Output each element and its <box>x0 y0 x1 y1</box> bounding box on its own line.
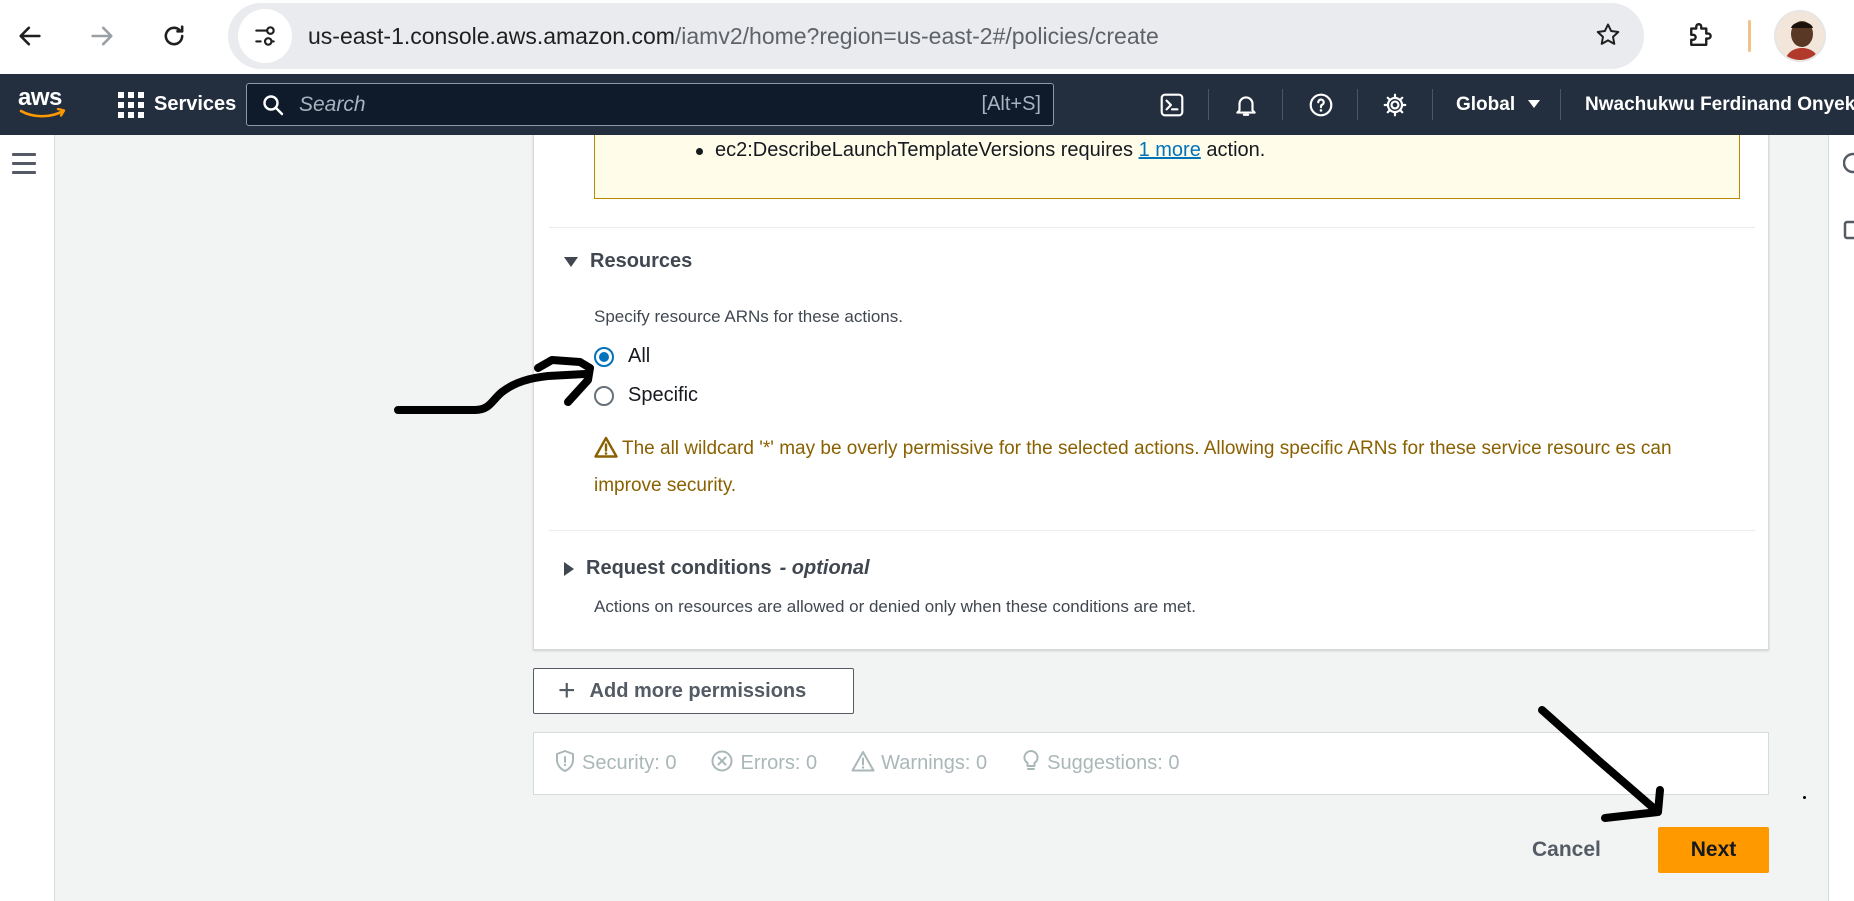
request-conditions-description: Actions on resources are allowed or deni… <box>594 597 1196 616</box>
account-menu[interactable]: Nwachukwu Ferdinand Onyeka <box>1585 74 1854 135</box>
url-path: /iamv2/home?region=us-east-2#/policies/c… <box>674 23 1159 49</box>
hamburger-icon[interactable] <box>12 153 36 180</box>
optional-label: - optional <box>779 557 870 579</box>
error-icon <box>710 749 734 779</box>
user-name: Nwachukwu Ferdinand Onyeka <box>1585 94 1854 115</box>
services-menu[interactable]: Services <box>118 74 236 135</box>
action-warning-box: ec2:DescribeLaunchTemplateVersions requi… <box>594 135 1740 199</box>
warning-list-item: ec2:DescribeLaunchTemplateVersions requi… <box>695 139 1266 162</box>
errors-count[interactable]: Errors: 0 <box>710 749 817 779</box>
radio-button[interactable] <box>594 385 614 406</box>
star-icon[interactable] <box>1594 21 1622 54</box>
security-label: Security: 0 <box>582 752 677 774</box>
search-placeholder: Search <box>299 93 366 116</box>
services-label: Services <box>154 93 237 115</box>
more-actions-link[interactable]: 1 more <box>1139 139 1201 161</box>
aws-console-nav: aws Services Search [Alt+S] Global Nwach… <box>0 74 1854 135</box>
radio-all-label: All <box>628 345 651 367</box>
caret-right-icon <box>564 561 574 576</box>
divider <box>549 227 1755 228</box>
side-navigation-rail <box>0 135 55 901</box>
cloudshell-icon[interactable] <box>1146 74 1198 135</box>
action-name: ec2:DescribeLaunchTemplateVersions <box>715 139 1056 161</box>
cancel-button[interactable]: Cancel <box>1532 827 1601 873</box>
address-bar[interactable]: us-east-1.console.aws.amazon.com/iamv2/h… <box>228 3 1644 69</box>
resources-description: Specify resource ARNs for these actions. <box>594 307 903 326</box>
radio-all[interactable]: All <box>594 345 650 368</box>
url-host: us-east-1.console.aws.amazon.com <box>308 23 675 49</box>
nav-divider <box>1208 89 1209 120</box>
tune-icon[interactable] <box>238 9 292 63</box>
page-body: ec2:DescribeLaunchTemplateVersions requi… <box>0 135 1854 901</box>
toolbar-separator <box>1748 20 1751 52</box>
nav-divider <box>1560 89 1561 120</box>
request-conditions-heading: Request conditions <box>586 557 772 579</box>
extension-icon[interactable] <box>1676 12 1724 60</box>
alert-triangle-icon <box>851 750 875 778</box>
errors-label: Errors: 0 <box>740 752 818 774</box>
gear-icon[interactable] <box>1369 74 1421 135</box>
request-conditions-toggle[interactable]: Request conditions - optional <box>564 557 870 580</box>
tools-rail <box>1828 135 1854 901</box>
search-input[interactable]: Search [Alt+S] <box>246 83 1054 126</box>
next-button[interactable]: Next <box>1658 827 1769 873</box>
bell-icon[interactable] <box>1220 74 1272 135</box>
region-label: Global <box>1456 94 1516 115</box>
caret-down-icon <box>564 256 578 267</box>
plus-icon: + <box>558 674 576 707</box>
help-icon[interactable] <box>1295 74 1347 135</box>
warning-suffix: action. <box>1200 139 1266 161</box>
radio-specific-label: Specific <box>628 384 699 406</box>
validation-summary: Security: 0 Errors: 0 Warnings: 0 Sugges… <box>533 732 1769 795</box>
warnings-count[interactable]: Warnings: 0 <box>851 750 987 778</box>
aws-logo-text: aws <box>18 84 62 111</box>
grid-icon <box>118 91 144 118</box>
divider <box>549 530 1755 531</box>
security-count[interactable]: Security: 0 <box>554 749 676 779</box>
url-text: us-east-1.console.aws.amazon.com/iamv2/h… <box>308 3 1159 69</box>
radio-button[interactable] <box>594 346 614 367</box>
wildcard-warning: The all wildcard '*' may be overly permi… <box>594 432 1744 502</box>
aws-logo[interactable]: aws <box>18 86 70 122</box>
lightbulb-icon <box>1021 749 1041 779</box>
avatar[interactable] <box>1774 10 1826 62</box>
search-shortcut: [Alt+S] <box>981 93 1041 115</box>
add-more-permissions-button[interactable]: + Add more permissions <box>533 668 854 714</box>
suggestions-label: Suggestions: 0 <box>1047 752 1180 774</box>
resources-toggle[interactable]: Resources <box>564 250 692 273</box>
search-icon <box>261 93 285 122</box>
shield-icon <box>554 749 576 779</box>
nav-divider <box>1282 89 1283 120</box>
warning-icon <box>594 436 618 469</box>
nav-divider <box>1357 89 1358 120</box>
forward-arrow-icon[interactable] <box>78 12 126 60</box>
requires-text: requires <box>1055 139 1139 161</box>
caret-down-icon <box>1528 100 1541 108</box>
suggestions-count[interactable]: Suggestions: 0 <box>1021 749 1179 779</box>
resources-heading: Resources <box>590 250 693 272</box>
nav-divider <box>1432 89 1433 120</box>
reload-icon[interactable] <box>150 12 198 60</box>
permission-editor-panel: ec2:DescribeLaunchTemplateVersions requi… <box>533 135 1769 650</box>
add-more-permissions-label: Add more permissions <box>589 679 807 702</box>
back-arrow-icon[interactable] <box>6 12 54 60</box>
browser-toolbar: us-east-1.console.aws.amazon.com/iamv2/h… <box>0 0 1854 74</box>
wildcard-warning-text: The all wildcard '*' may be overly permi… <box>594 438 1672 496</box>
radio-specific[interactable]: Specific <box>594 384 698 407</box>
region-selector[interactable]: Global <box>1456 74 1541 135</box>
warnings-label: Warnings: 0 <box>881 752 988 774</box>
